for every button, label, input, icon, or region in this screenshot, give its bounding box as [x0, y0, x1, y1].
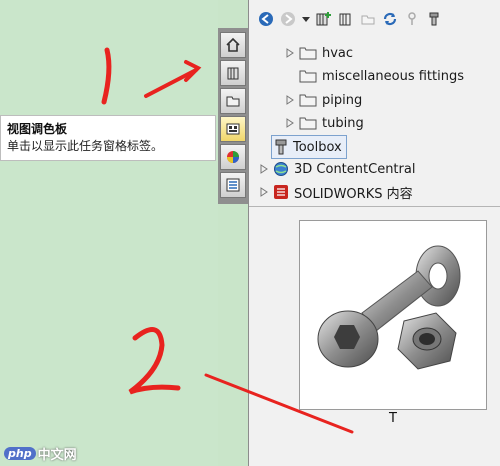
- solidworks-logo-icon: [273, 184, 289, 200]
- back-button[interactable]: [257, 10, 275, 28]
- home-icon: [226, 37, 240, 52]
- tree-item-3d-contentcentral[interactable]: 3D ContentCentral: [259, 158, 415, 180]
- preview-caption: T: [389, 411, 397, 426]
- pane-divider: [249, 206, 500, 207]
- refresh-button[interactable]: [381, 10, 399, 28]
- toolbox-preview: [299, 220, 487, 410]
- workspace-background: [0, 0, 218, 466]
- tree-item-toolbox[interactable]: Toolbox: [271, 135, 347, 159]
- tree-item-tubing[interactable]: tubing: [285, 112, 364, 134]
- tree-item-label: SOLIDWORKS 内容: [294, 186, 413, 202]
- pane-toolbar: [257, 8, 443, 30]
- expand-arrow-icon[interactable]: [259, 187, 269, 197]
- globe-icon: [273, 161, 289, 177]
- toolbox-icon: [274, 139, 288, 155]
- design-library-pane: hvac miscellaneous fittings piping tubin…: [248, 0, 500, 466]
- folder-icon: [299, 93, 317, 107]
- site-watermark: php 中文网: [4, 444, 77, 463]
- tree-item-label: 3D ContentCentral: [294, 161, 416, 177]
- expand-arrow-icon[interactable]: [285, 95, 295, 105]
- tree-item-label: piping: [322, 92, 363, 108]
- tab-file-explorer[interactable]: [220, 88, 246, 114]
- forward-icon: [281, 12, 295, 26]
- tab-appearances[interactable]: [220, 144, 246, 170]
- back-icon: [259, 12, 273, 26]
- expand-arrow-icon[interactable]: [259, 164, 269, 174]
- expand-arrow-icon[interactable]: [285, 118, 295, 128]
- tab-home[interactable]: [220, 32, 246, 58]
- appearances-icon: [227, 151, 239, 163]
- tab-tooltip: 视图调色板 单击以显示此任务窗格标签。: [0, 115, 216, 161]
- bolt-and-nut-image: [317, 245, 461, 370]
- watermark-logo: php: [4, 447, 36, 460]
- forward-button[interactable]: [279, 10, 297, 28]
- tree-item-label: hvac: [322, 45, 354, 61]
- folder-icon: [299, 69, 317, 83]
- toolbox-settings-button[interactable]: [425, 10, 443, 28]
- add-folder-icon: [339, 13, 351, 26]
- new-folder-icon: [361, 15, 375, 25]
- add-to-library-button[interactable]: [315, 10, 333, 28]
- tree-item-miscellaneous-fittings[interactable]: miscellaneous fittings: [299, 65, 464, 87]
- file-explorer-icon: [226, 96, 240, 107]
- help-button[interactable]: [403, 10, 421, 28]
- expand-arrow-icon[interactable]: [285, 48, 295, 58]
- tab-custom-properties[interactable]: [220, 172, 246, 198]
- help-icon: [408, 12, 416, 25]
- add-to-library-icon: [316, 12, 331, 26]
- tree-item-hvac[interactable]: hvac: [285, 42, 353, 64]
- toolbox-settings-icon: [429, 12, 439, 26]
- tree-item-label: Toolbox: [293, 139, 342, 155]
- tree-item-label: tubing: [322, 115, 364, 131]
- add-file-location-button[interactable]: [337, 10, 355, 28]
- view-palette-icon: [226, 123, 240, 135]
- task-pane-tab-strip: [218, 28, 248, 204]
- folder-icon: [299, 46, 317, 60]
- tooltip-title: 视图调色板: [7, 122, 68, 136]
- history-dropdown[interactable]: [301, 10, 311, 28]
- watermark-text: 中文网: [37, 448, 77, 463]
- tab-design-library[interactable]: [220, 60, 246, 86]
- folder-icon: [299, 116, 317, 130]
- tree-item-solidworks-content[interactable]: SOLIDWORKS 内容: [259, 181, 413, 203]
- custom-properties-icon: [226, 178, 240, 192]
- refresh-icon: [383, 12, 397, 26]
- tooltip-body: 单击以显示此任务窗格标签。: [7, 139, 164, 153]
- design-library-icon: [227, 67, 239, 80]
- tree-item-label: miscellaneous fittings: [322, 68, 464, 84]
- tab-view-palette[interactable]: [220, 116, 246, 142]
- new-folder-button[interactable]: [359, 10, 377, 28]
- tree-item-piping[interactable]: piping: [285, 89, 362, 111]
- dropdown-icon: [302, 17, 310, 22]
